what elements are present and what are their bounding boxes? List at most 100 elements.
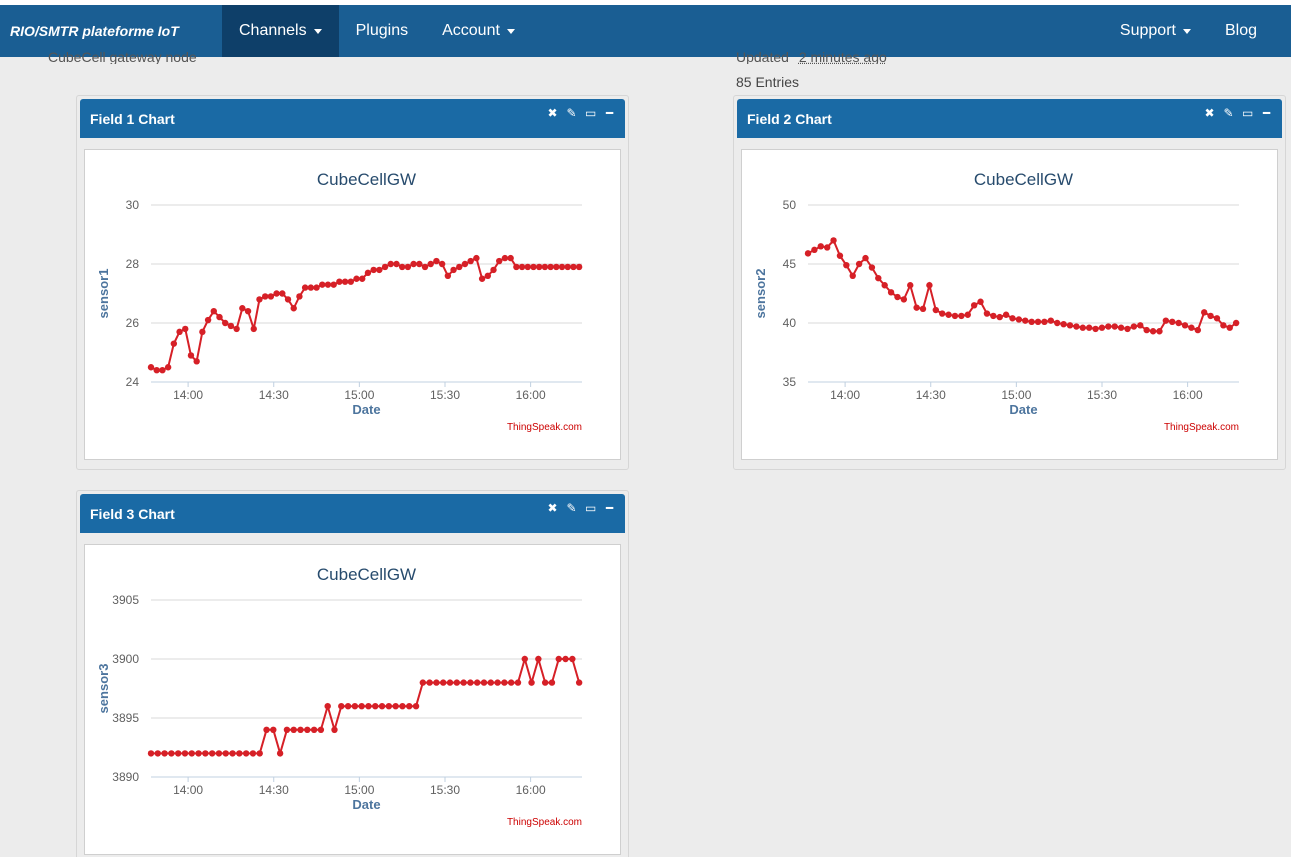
data-point: [575, 263, 583, 271]
data-point: [1085, 324, 1093, 331]
data-point: [530, 263, 537, 271]
data-point: [273, 290, 280, 297]
entries-count: 85 Entries: [736, 74, 800, 90]
data-point: [1105, 323, 1112, 330]
y-tick-label: 50: [783, 198, 797, 212]
close-icon[interactable]: ✖: [1204, 107, 1215, 119]
data-point: [501, 679, 508, 686]
data-point: [297, 726, 304, 733]
nav-channels[interactable]: Channels: [222, 5, 339, 57]
data-point: [983, 310, 991, 317]
data-point: [868, 264, 876, 271]
data-point: [547, 263, 554, 271]
minus-icon[interactable]: ━: [1261, 107, 1272, 119]
y-tick-label: 40: [783, 316, 797, 330]
nav-plugins[interactable]: Plugins: [339, 5, 425, 57]
data-point: [528, 679, 535, 686]
data-point: [1232, 319, 1240, 327]
data-point: [875, 274, 882, 282]
x-tick-label: 14:30: [916, 388, 946, 402]
data-point: [507, 254, 514, 262]
data-point: [296, 293, 303, 300]
data-point: [147, 364, 155, 371]
data-point: [456, 263, 463, 271]
brand-logo[interactable]: RIO/SMTR plateforme IoT: [0, 5, 222, 57]
minus-icon[interactable]: ━: [604, 107, 615, 119]
data-point: [1098, 324, 1106, 331]
data-point: [283, 726, 291, 733]
data-point: [562, 655, 569, 663]
data-point: [1169, 318, 1176, 326]
data-point: [446, 679, 454, 686]
data-point: [170, 340, 178, 347]
data-point: [330, 281, 337, 288]
data-point: [261, 293, 269, 300]
data-point: [513, 263, 520, 271]
data-point: [351, 703, 359, 710]
data-point: [478, 275, 486, 282]
updated-info: Updated 2 minutes ago: [736, 52, 887, 64]
data-point: [830, 237, 837, 244]
data-point: [195, 750, 202, 757]
data-point: [553, 263, 560, 271]
data-point: [153, 367, 160, 374]
data-point: [480, 679, 488, 686]
pencil-icon[interactable]: ✎: [566, 502, 577, 514]
data-point: [996, 313, 1003, 321]
nav-blog[interactable]: Blog: [1208, 5, 1291, 57]
data-point: [210, 308, 217, 315]
nav-support-label: Support: [1119, 22, 1176, 39]
comment-icon[interactable]: ▭: [585, 502, 596, 514]
data-point: [507, 679, 515, 686]
data-point: [1028, 318, 1035, 326]
data-point: [564, 263, 571, 271]
data-point: [990, 312, 997, 320]
data-point: [518, 263, 526, 271]
data-point: [164, 364, 172, 371]
data-point: [1213, 315, 1221, 322]
data-point: [900, 296, 908, 303]
comment-icon[interactable]: ▭: [1242, 107, 1253, 119]
data-point: [279, 290, 286, 297]
data-point: [433, 257, 440, 265]
field1-chart: CubeCellGW 24 26 28 30 14:00 14:30 15:00 15:30 16…: [96, 170, 583, 433]
comment-icon[interactable]: ▭: [585, 107, 596, 119]
data-point: [964, 311, 971, 318]
data-point: [359, 275, 366, 282]
data-point: [168, 750, 175, 757]
nav-support[interactable]: Support: [1103, 5, 1208, 57]
nav-account[interactable]: Account: [425, 5, 532, 57]
data-point: [215, 750, 223, 757]
pencil-icon[interactable]: ✎: [566, 107, 577, 119]
y-tick-label: 28: [126, 257, 140, 271]
minus-icon[interactable]: ━: [604, 502, 615, 514]
data-point: [817, 243, 824, 250]
data-point: [804, 250, 812, 257]
data-point: [344, 703, 352, 710]
data-point: [496, 257, 503, 265]
data-point: [176, 328, 183, 336]
data-point: [227, 322, 235, 330]
data-point: [353, 275, 360, 282]
data-point: [270, 726, 277, 733]
data-point: [324, 281, 332, 288]
data-point: [412, 703, 420, 710]
data-point: [182, 325, 189, 333]
y-axis-label: sensor2: [753, 269, 768, 319]
close-icon[interactable]: ✖: [547, 107, 558, 119]
data-point: [926, 282, 933, 289]
data-point: [381, 263, 389, 271]
data-point: [843, 261, 850, 269]
close-icon[interactable]: ✖: [547, 502, 558, 514]
data-point: [347, 278, 355, 285]
y-tick-label: 30: [126, 198, 140, 212]
series-line: [151, 655, 581, 758]
data-point: [1156, 328, 1163, 335]
pencil-icon[interactable]: ✎: [1223, 107, 1234, 119]
data-point: [154, 750, 161, 757]
data-point: [233, 325, 240, 333]
data-point: [1220, 322, 1227, 329]
data-point: [1130, 323, 1138, 330]
data-point: [290, 726, 297, 733]
data-point: [341, 278, 349, 285]
